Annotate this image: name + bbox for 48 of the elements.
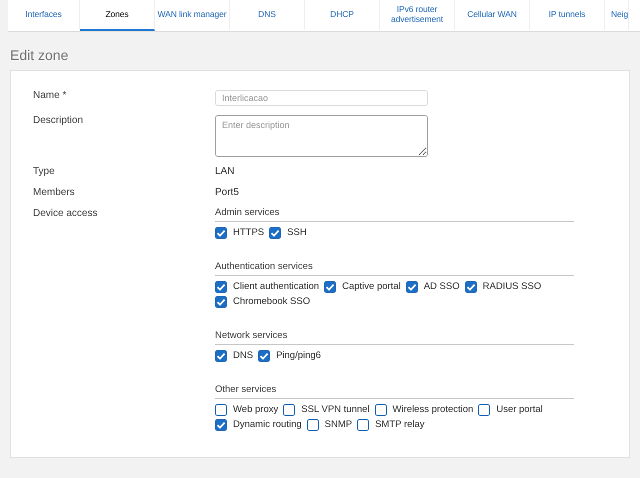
checkbox-label: User portal <box>496 404 543 415</box>
section-title: Network services <box>215 330 574 345</box>
checkbox[interactable] <box>269 226 282 238</box>
checkbox[interactable] <box>215 350 227 362</box>
checkbox-label: DNS <box>233 350 254 361</box>
checkbox-label: Captive portal <box>342 281 401 292</box>
checkbox[interactable] <box>478 404 490 416</box>
checkbox-label: Dynamic routing <box>233 419 302 430</box>
checkbox[interactable] <box>215 226 227 238</box>
checkbox-label: SNMP <box>324 419 352 430</box>
checkbox[interactable] <box>306 418 319 430</box>
checkbox-label: Chromebook SSO <box>233 296 310 307</box>
checkbox-label: RADIUS SSO <box>482 281 542 292</box>
checkbox[interactable] <box>283 404 296 416</box>
checkbox[interactable] <box>406 280 418 292</box>
field-label: Members <box>33 187 76 198</box>
checkbox-label: Web proxy <box>233 404 278 415</box>
field-label: Name * <box>33 90 68 101</box>
field-label: Description <box>33 115 84 126</box>
checkbox[interactable] <box>215 280 227 292</box>
checkbox-label: Ping/ping6 <box>276 350 321 361</box>
checkbox-label: HTTPS <box>233 227 264 238</box>
tab[interactable]: Zones <box>80 0 155 31</box>
checkbox[interactable] <box>464 280 477 292</box>
field-label: Device access <box>33 208 98 219</box>
checkbox-label: Client authentication <box>233 281 320 292</box>
checkbox[interactable] <box>215 418 227 430</box>
description-field[interactable]: Enter description <box>215 115 428 157</box>
checkbox[interactable] <box>215 296 227 308</box>
section-title: Other services <box>215 384 574 399</box>
page-title: Edit zone <box>10 47 70 65</box>
field-value: LAN <box>215 166 234 177</box>
section-title: Admin services <box>215 207 574 222</box>
checkbox-label: SSH <box>287 227 307 238</box>
checkbox[interactable] <box>258 350 270 362</box>
checkbox[interactable] <box>324 280 336 292</box>
checkbox-label: SSL VPN tunnel <box>301 404 370 415</box>
checkbox-label: SMTP relay <box>375 419 425 430</box>
checkbox[interactable] <box>215 404 227 416</box>
checkbox[interactable] <box>374 404 387 416</box>
field-value: Port5 <box>215 187 239 198</box>
field-label: Type <box>33 166 56 177</box>
checkbox-label: AD SSO <box>424 281 460 292</box>
tab[interactable]: WAN link manager <box>155 0 230 31</box>
checkbox-label: Wireless protection <box>392 404 474 415</box>
checkbox[interactable] <box>357 418 370 430</box>
section-title: Authentication services <box>215 261 574 276</box>
name-field[interactable]: Interlicacao <box>215 90 428 106</box>
